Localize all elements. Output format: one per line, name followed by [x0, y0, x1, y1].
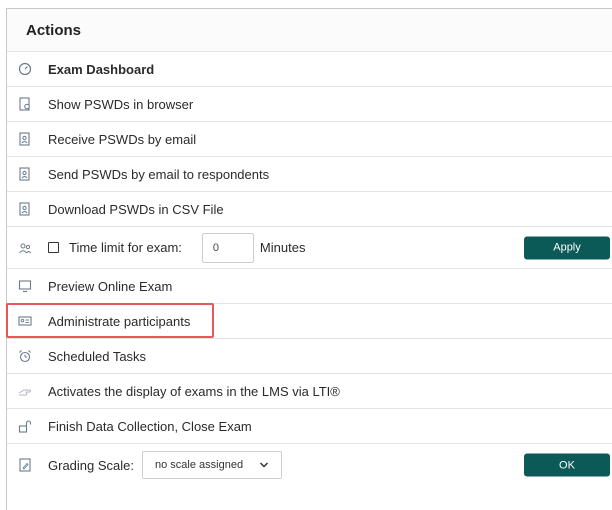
- apply-button[interactable]: Apply: [524, 236, 610, 259]
- download-pswds-link[interactable]: Download PSWDs in CSV File: [48, 202, 224, 217]
- document-user-icon: [18, 202, 32, 216]
- monitor-icon: [18, 279, 32, 293]
- row-send-pswds[interactable]: Send PSWDs by email to respondents: [7, 157, 612, 192]
- row-finish[interactable]: Finish Data Collection, Close Exam: [7, 409, 612, 444]
- grading-scale-value: no scale assigned: [155, 459, 244, 471]
- row-lti[interactable]: Activates the display of exams in the LM…: [7, 374, 612, 409]
- row-administrate[interactable]: Administrate participants: [7, 304, 612, 339]
- time-limit-checkbox[interactable]: [48, 242, 59, 253]
- receive-pswds-link[interactable]: Receive PSWDs by email: [48, 132, 196, 147]
- row-grading: Grading Scale: no scale assigned OK: [7, 444, 612, 486]
- hand-pointer-icon: [18, 384, 32, 398]
- scheduled-tasks-link[interactable]: Scheduled Tasks: [48, 349, 146, 364]
- row-scheduled[interactable]: Scheduled Tasks: [7, 339, 612, 374]
- users-icon: [18, 241, 32, 255]
- grading-scale-label: Grading Scale:: [48, 457, 134, 473]
- minutes-label: Minutes: [259, 240, 306, 255]
- actions-panel: Actions Exam Dashboard Show PSWDs in bro…: [6, 8, 612, 510]
- document-edit-icon: [18, 458, 32, 472]
- grading-scale-select[interactable]: no scale assigned: [142, 451, 282, 479]
- preview-exam-link[interactable]: Preview Online Exam: [48, 279, 172, 294]
- ok-button[interactable]: OK: [524, 453, 610, 477]
- lti-display-link[interactable]: Activates the display of exams in the LM…: [48, 384, 340, 399]
- row-download-pswds[interactable]: Download PSWDs in CSV File: [7, 192, 612, 227]
- unlocked-icon: [18, 419, 32, 433]
- time-limit-input[interactable]: [201, 232, 254, 263]
- row-exam-dashboard[interactable]: Exam Dashboard: [7, 52, 612, 87]
- administrate-participants-link[interactable]: Administrate participants: [48, 314, 190, 329]
- send-pswds-link[interactable]: Send PSWDs by email to respondents: [48, 167, 269, 182]
- show-pswds-link[interactable]: Show PSWDs in browser: [48, 97, 193, 112]
- row-preview[interactable]: Preview Online Exam: [7, 269, 612, 304]
- id-card-icon: [18, 314, 32, 328]
- chevron-down-icon: [259, 462, 269, 468]
- panel-title: Actions: [7, 9, 612, 52]
- row-receive-pswds[interactable]: Receive PSWDs by email: [7, 122, 612, 157]
- finish-collection-link[interactable]: Finish Data Collection, Close Exam: [48, 419, 252, 434]
- document-user-icon: [18, 167, 32, 181]
- alarm-clock-icon: [18, 349, 32, 363]
- time-limit-label: Time limit for exam:: [69, 240, 182, 255]
- document-browser-icon: [18, 97, 32, 111]
- row-show-pswds[interactable]: Show PSWDs in browser: [7, 87, 612, 122]
- row-time-limit: Time limit for exam: Minutes Apply: [7, 227, 612, 269]
- exam-dashboard-link[interactable]: Exam Dashboard: [48, 62, 154, 77]
- document-user-icon: [18, 132, 32, 146]
- gauge-icon: [18, 62, 32, 76]
